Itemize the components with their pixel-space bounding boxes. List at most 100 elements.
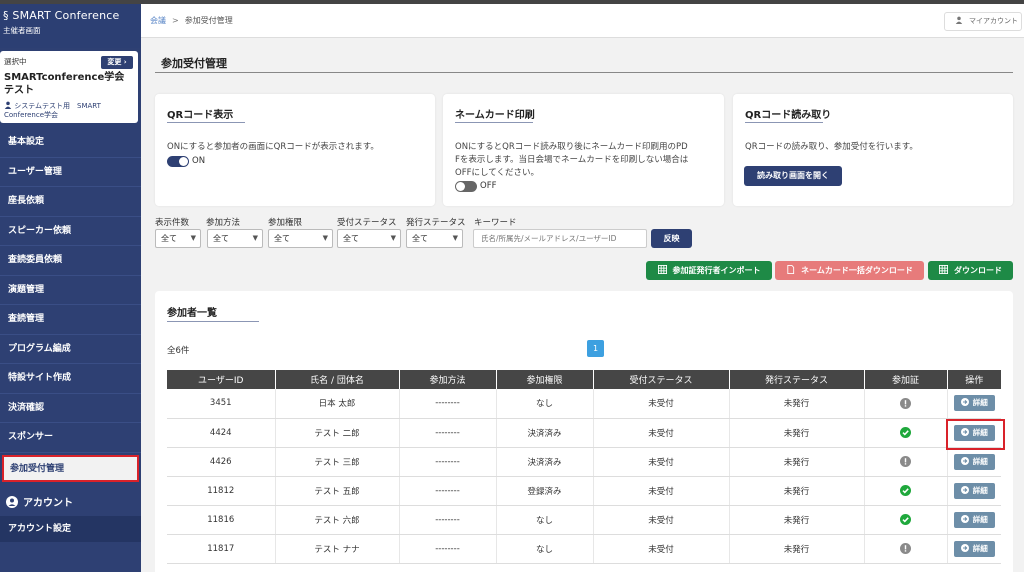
sidebar-item-basic-settings[interactable]: 基本設定 — [0, 128, 141, 158]
filter-label-reception: 受付ステータス — [337, 218, 397, 228]
change-button[interactable]: 変更 › — [101, 56, 133, 69]
cell-reception-status: 未受付 — [593, 418, 730, 448]
namecard-download-button[interactable]: ネームカード一括ダウンロード — [775, 261, 924, 280]
col-name[interactable]: 氏名 / 団体名 — [275, 370, 400, 389]
per-page-select[interactable]: 全て ▼ — [155, 229, 201, 248]
detail-button[interactable]: 詳細 — [953, 511, 995, 528]
detail-button-label: 詳細 — [972, 514, 988, 524]
reception-status-select[interactable]: 全て ▼ — [337, 229, 401, 248]
detail-button[interactable]: 詳細 — [953, 453, 995, 470]
caret-down-icon: ▼ — [322, 234, 328, 242]
arrow-right-circle-icon — [960, 514, 969, 523]
filter-label-issue: 発行ステータス — [406, 218, 466, 228]
caret-down-icon: ▼ — [190, 234, 196, 242]
cell-issue-status: 未発行 — [729, 389, 865, 419]
method-value: 全て — [213, 234, 229, 243]
spreadsheet-icon — [939, 265, 948, 274]
sidebar-item-chair-request[interactable]: 座長依頼 — [0, 187, 141, 217]
apply-filter-button[interactable]: 反映 — [651, 229, 692, 248]
card-title-underline — [455, 122, 533, 123]
account-header-label: アカウント — [23, 498, 73, 509]
sidebar-item-reviewer-request[interactable]: 査読委員依頼 — [0, 246, 141, 276]
issue-status-value: 全て — [412, 234, 428, 243]
cell-name: テスト 二郎 — [275, 418, 400, 448]
cell-authority: 登録済み — [496, 476, 594, 506]
sidebar-item-payment[interactable]: 決済確認 — [0, 394, 141, 423]
method-select[interactable]: 全て ▼ — [207, 229, 263, 248]
cell-user-id: 4424 — [167, 418, 276, 448]
qr-display-toggle[interactable] — [167, 156, 189, 167]
table-header-row: ユーザーID 氏名 / 団体名 参加方法 参加権限 受付ステータス 発行ステータ… — [167, 370, 1001, 389]
brand[interactable]: § SMART Conference 主催者画面 — [0, 4, 141, 48]
import-button[interactable]: 参加証発行者インポート — [646, 261, 772, 280]
qr-read-card: QRコード読み取り QRコードの読み取り、参加受付を行います。 読み取り画面を開… — [733, 94, 1013, 206]
sidebar-item-special-site[interactable]: 特設サイト作成 — [0, 364, 141, 394]
table-row: 4426 テスト 三郎 -------- 決済済み 未受付 未発行 詳細 — [167, 447, 1001, 477]
cell-issue-status: 未発行 — [729, 476, 865, 506]
sidebar-item-reception[interactable]: 参加受付管理 — [2, 454, 139, 482]
qr-display-card: QRコード表示 ONにすると参加者の画面にQRコードが表示されます。 ON — [155, 94, 435, 206]
sidebar-item-speaker-request[interactable]: スピーカー依頼 — [0, 217, 141, 246]
detail-button-label: 詳細 — [972, 543, 988, 553]
user-icon — [4, 101, 12, 109]
user-icon — [955, 16, 963, 24]
page-title: 参加受付管理 — [161, 57, 227, 70]
arrow-right-circle-icon — [960, 485, 969, 494]
selected-conference-name: SMARTconference学会 テスト — [4, 72, 135, 96]
breadcrumb-root-link[interactable]: 会議 — [150, 16, 166, 25]
import-button-label: 参加証発行者インポート — [672, 266, 761, 275]
cell-user-id: 3451 — [167, 389, 276, 419]
table-row: 3451 日本 太郎 -------- なし 未受付 未発行 詳細 — [167, 389, 1001, 419]
my-account-label: マイアカウント — [969, 17, 1018, 25]
participant-list-title: 参加者一覧 — [167, 308, 217, 319]
detail-button[interactable]: 詳細 — [953, 540, 995, 557]
sidebar-item-account-settings[interactable]: アカウント設定 — [0, 516, 141, 542]
detail-button-label: 詳細 — [972, 456, 988, 466]
qr-display-title: QRコード表示 — [167, 110, 234, 121]
per-page-value: 全て — [161, 234, 177, 243]
cell-authority: なし — [496, 505, 594, 535]
detail-button[interactable]: 詳細 — [953, 395, 995, 412]
keyword-input[interactable] — [473, 229, 647, 248]
namecard-desc-line-2: Fを表示します。当日会場でネームカードを印刷しない場合は — [455, 155, 689, 165]
cell-badge — [864, 389, 948, 419]
sidebar-item-abstract-management[interactable]: 演題管理 — [0, 276, 141, 305]
sidebar-item-program[interactable]: プログラム編成 — [0, 335, 141, 364]
cell-user-id: 4426 — [167, 447, 276, 477]
my-account-button[interactable]: マイアカウント — [944, 12, 1022, 31]
col-reception-status[interactable]: 受付ステータス — [593, 370, 730, 389]
sidebar-item-sponsor[interactable]: スポンサー — [0, 423, 141, 453]
namecard-download-label: ネームカード一括ダウンロード — [801, 266, 913, 275]
col-issue-status[interactable]: 発行ステータス — [729, 370, 865, 389]
namecard-print-toggle[interactable] — [455, 181, 477, 192]
qr-display-description: ONにすると参加者の画面にQRコードが表示されます。 — [167, 142, 379, 152]
pagination-page-1[interactable]: 1 — [587, 340, 604, 357]
sidebar-item-user-management[interactable]: ユーザー管理 — [0, 158, 141, 187]
detail-button[interactable]: 詳細 — [953, 482, 995, 499]
cell-actions: 詳細 — [947, 389, 1001, 419]
open-reader-button[interactable]: 読み取り画面を開く — [744, 166, 842, 186]
sidebar-item-review-management[interactable]: 査読管理 — [0, 305, 141, 335]
download-button[interactable]: ダウンロード — [928, 261, 1013, 280]
participant-list-panel: 参加者一覧 全6件 1 ユーザーID 氏名 / 団体名 参加方法 参加権限 受付… — [155, 291, 1013, 572]
cell-badge — [864, 534, 948, 564]
col-authority[interactable]: 参加権限 — [496, 370, 594, 389]
logo-icon: § — [3, 9, 13, 22]
col-method[interactable]: 参加方法 — [399, 370, 497, 389]
toggle-knob — [179, 157, 188, 166]
col-badge[interactable]: 参加証 — [864, 370, 948, 389]
caret-down-icon: ▼ — [390, 234, 396, 242]
cell-authority: なし — [496, 534, 594, 564]
arrow-right-circle-icon — [960, 543, 969, 552]
card-title-underline — [745, 122, 823, 123]
namecard-desc-line-1: ONにするとQRコード読み取り後にネームカード印刷用のPD — [455, 142, 688, 152]
result-count: 全6件 — [167, 346, 190, 356]
col-user-id[interactable]: ユーザーID — [167, 370, 276, 389]
check-circle-icon — [900, 514, 911, 525]
selected-user: システムテスト用 SMART Conference学会 — [4, 101, 136, 120]
cell-name: テスト ナナ — [275, 534, 400, 564]
authority-select[interactable]: 全て ▼ — [268, 229, 333, 248]
cell-method: -------- — [399, 418, 497, 448]
cell-name: テスト 五郎 — [275, 476, 400, 506]
issue-status-select[interactable]: 全て ▼ — [406, 229, 463, 248]
